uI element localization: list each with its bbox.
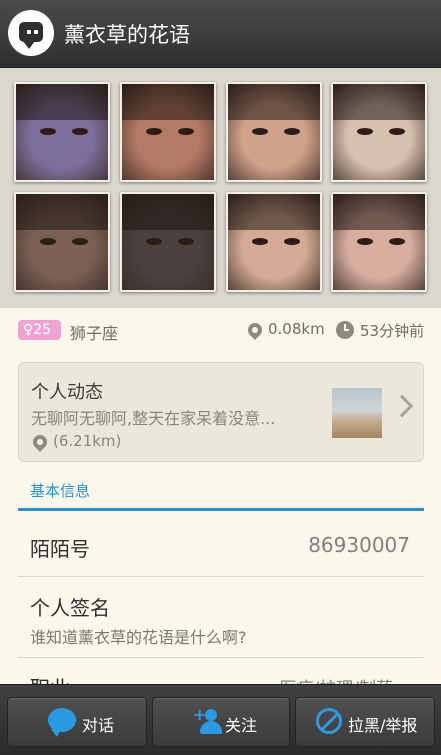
feed-text: 无聊阿无聊阿,整天在家呆着没意... — [31, 409, 276, 428]
follow-label: 关注 — [225, 716, 258, 735]
bottom-bar: 对话 + 关注 拉黑/举报 — [0, 684, 441, 755]
profile-photo[interactable] — [226, 82, 322, 182]
signature-label: 个人签名 — [30, 596, 110, 620]
feed-thumbnail[interactable] — [332, 388, 382, 438]
page-title: 薰衣草的花语 — [64, 23, 190, 47]
chat-button[interactable]: 对话 — [7, 697, 147, 747]
tab-basic-info[interactable]: 基本信息 — [30, 480, 90, 501]
age-badge: ♀25 — [18, 320, 61, 340]
female-icon: ♀ — [23, 322, 34, 338]
chat-label: 对话 — [82, 716, 115, 735]
divider — [18, 576, 424, 577]
momo-id-value: 86930007 — [308, 533, 410, 557]
top-bar: 薰衣草的花语 — [0, 0, 441, 68]
distance: 0.08km — [268, 320, 325, 338]
profile-photo[interactable] — [331, 82, 427, 182]
profile-meta: ♀25 狮子座 0.08km 53分钟前 — [0, 308, 441, 354]
chat-bubble-icon[interactable] — [8, 10, 54, 56]
photo-gallery — [0, 68, 441, 308]
follow-button[interactable]: + 关注 — [152, 697, 290, 747]
profile-photo[interactable] — [120, 192, 216, 292]
profile-photo[interactable] — [120, 82, 216, 182]
profile-photo[interactable] — [14, 192, 110, 292]
tab-underline — [18, 508, 424, 511]
signature-value: 谁知道薰衣草的花语是什么啊? — [30, 628, 247, 647]
chat-icon — [48, 708, 76, 737]
age-value: 25 — [33, 322, 52, 338]
profile-photo[interactable] — [226, 192, 322, 292]
chevron-right-icon[interactable] — [390, 394, 414, 418]
block-icon — [316, 708, 342, 734]
location-icon — [30, 432, 50, 452]
location-icon — [245, 320, 265, 340]
block-report-label: 拉黑/举报 — [348, 716, 418, 735]
clock-icon — [336, 321, 354, 339]
block-report-button[interactable]: 拉黑/举报 — [295, 697, 435, 747]
profile-photo[interactable] — [331, 192, 427, 292]
last-active: 53分钟前 — [360, 322, 425, 340]
constellation: 狮子座 — [70, 324, 119, 343]
profile-photo[interactable] — [14, 82, 110, 182]
feed-distance: (6.21km) — [53, 432, 122, 450]
momo-id-label: 陌陌号 — [30, 537, 90, 561]
divider — [18, 657, 424, 658]
feed-card[interactable]: 个人动态 无聊阿无聊阿,整天在家呆着没意... (6.21km) — [18, 362, 424, 462]
add-user-icon: + — [193, 705, 223, 737]
feed-title: 个人动态 — [31, 382, 103, 403]
